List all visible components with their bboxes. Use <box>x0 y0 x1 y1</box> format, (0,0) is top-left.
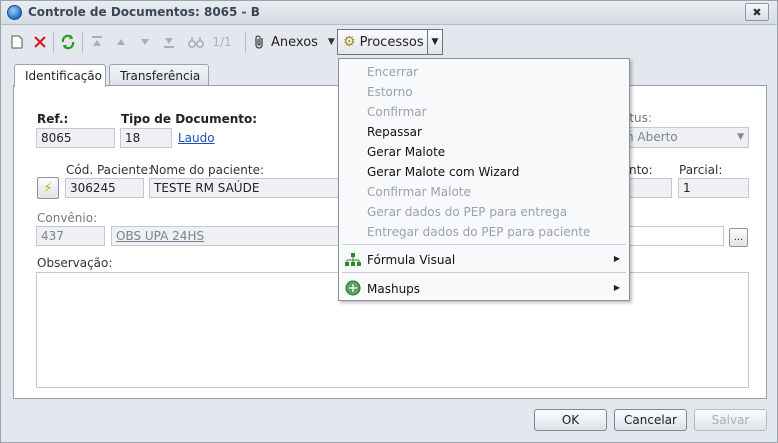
anexos-button[interactable]: Anexos ▼ <box>253 32 335 52</box>
menu-item-mashups[interactable]: Mashups <box>367 279 420 299</box>
record-counter: 1/1 <box>212 35 232 49</box>
menu-item-gerar-malote[interactable]: Gerar Malote <box>367 142 445 162</box>
gears-icon: ⚙ <box>343 34 356 50</box>
status-value: n Aberto <box>626 130 678 144</box>
menu-item-repassar[interactable]: Repassar <box>367 122 422 142</box>
next-record-button[interactable] <box>137 32 153 52</box>
processos-menu: Encerrar Estorno Confirmar Repassar Gera… <box>338 58 630 301</box>
processos-label: Processos <box>359 34 424 50</box>
mashups-icon <box>345 280 361 296</box>
lightning-button[interactable]: ⚡ <box>37 177 59 199</box>
tipo-documento-link[interactable]: Laudo <box>178 131 215 145</box>
ok-button[interactable]: OK <box>534 409 607 431</box>
first-record-button[interactable] <box>89 32 105 52</box>
menu-item-encerrar[interactable]: Encerrar <box>367 62 418 82</box>
toolbar-separator <box>82 31 83 53</box>
convenio-name-field[interactable]: OBS UPA 24HS <box>111 226 339 246</box>
chevron-down-icon: ▼ <box>737 132 744 142</box>
document-control-window: Controle de Documentos: 8065 - B ✖ 1/1 A… <box>0 0 778 443</box>
toolbar: 1/1 Anexos ▼ ⚙ Processos ▼ <box>1 27 777 57</box>
cod-paciente-label: Cód. Paciente: <box>66 163 153 177</box>
nome-paciente-label: Nome do paciente: <box>150 163 264 177</box>
menu-separator <box>342 272 626 273</box>
convenio-label: Convênio: <box>37 211 98 225</box>
up-arrow-icon <box>117 39 125 45</box>
ref-field[interactable]: 8065 <box>36 128 115 148</box>
convenio-extra-field[interactable] <box>629 226 724 246</box>
last-record-icon <box>164 38 174 48</box>
title-bar: Controle de Documentos: 8065 - B ✖ <box>1 1 777 25</box>
toolbar-separator <box>245 31 246 53</box>
window-title: Controle de Documentos: 8065 - B <box>28 5 260 19</box>
flowchart-icon <box>345 252 361 268</box>
parcial-label: Parcial: <box>679 163 723 177</box>
menu-item-confirmar-malote[interactable]: Confirmar Malote <box>367 182 471 202</box>
down-arrow-icon <box>141 39 149 45</box>
save-button[interactable]: Salvar <box>694 409 767 431</box>
toolbar-separator <box>53 31 54 53</box>
refresh-button[interactable] <box>59 32 77 52</box>
new-document-icon <box>11 35 23 49</box>
cancel-button[interactable]: Cancelar <box>614 409 687 431</box>
menu-item-entregar-dados-pep[interactable]: Entregar dados do PEP para paciente <box>367 222 590 242</box>
convenio-code-field[interactable]: 437 <box>36 226 105 246</box>
menu-item-gerar-dados-pep[interactable]: Gerar dados do PEP para entrega <box>367 202 567 222</box>
first-record-icon <box>92 36 102 46</box>
app-icon <box>7 5 22 20</box>
processos-button[interactable]: ⚙ Processos ▼ <box>337 29 443 55</box>
tipo-documento-code-field[interactable]: 18 <box>120 128 172 148</box>
menu-item-confirmar[interactable]: Confirmar <box>367 102 427 122</box>
menu-separator <box>342 244 626 245</box>
close-button[interactable]: ✖ <box>745 3 769 21</box>
nto-field[interactable] <box>629 178 672 198</box>
lightning-icon: ⚡ <box>43 180 53 196</box>
submenu-arrow-icon: ▶ <box>613 254 620 263</box>
submenu-arrow-icon: ▶ <box>613 283 620 292</box>
menu-item-gerar-malote-wizard[interactable]: Gerar Malote com Wizard <box>367 162 519 182</box>
tab-transferencia[interactable]: Transferência <box>109 64 209 86</box>
previous-record-button[interactable] <box>113 32 129 52</box>
anexos-label: Anexos <box>271 34 318 50</box>
last-record-button[interactable] <box>161 32 177 52</box>
menu-item-formula-visual[interactable]: Fórmula Visual <box>367 250 455 270</box>
tab-identificacao[interactable]: Identificação <box>14 64 106 87</box>
anexos-dropdown-icon[interactable]: ▼ <box>328 37 335 47</box>
observacao-label: Observação: <box>37 256 113 270</box>
delete-button[interactable] <box>31 32 49 52</box>
paperclip-icon <box>255 35 263 49</box>
menu-item-estorno[interactable]: Estorno <box>367 82 413 102</box>
cod-paciente-field[interactable]: 306245 <box>65 178 144 198</box>
tipo-documento-label: Tipo de Documento: <box>121 112 258 126</box>
status-select[interactable]: n Aberto ▼ <box>621 127 749 148</box>
ref-label: Ref.: <box>37 112 69 126</box>
delete-x-icon <box>34 36 46 48</box>
binoculars-icon <box>188 37 204 48</box>
search-button[interactable] <box>187 32 205 52</box>
processos-dropdown-icon[interactable]: ▼ <box>427 30 442 54</box>
nome-paciente-field[interactable]: TESTE RM SAÚDE <box>149 178 339 198</box>
parcial-field[interactable]: 1 <box>678 178 749 198</box>
nto-label: nto: <box>629 163 653 177</box>
ellipsis-button[interactable]: ... <box>729 228 748 247</box>
new-document-button[interactable] <box>9 32 25 52</box>
refresh-icon <box>61 34 75 50</box>
close-icon: ✖ <box>752 5 762 19</box>
